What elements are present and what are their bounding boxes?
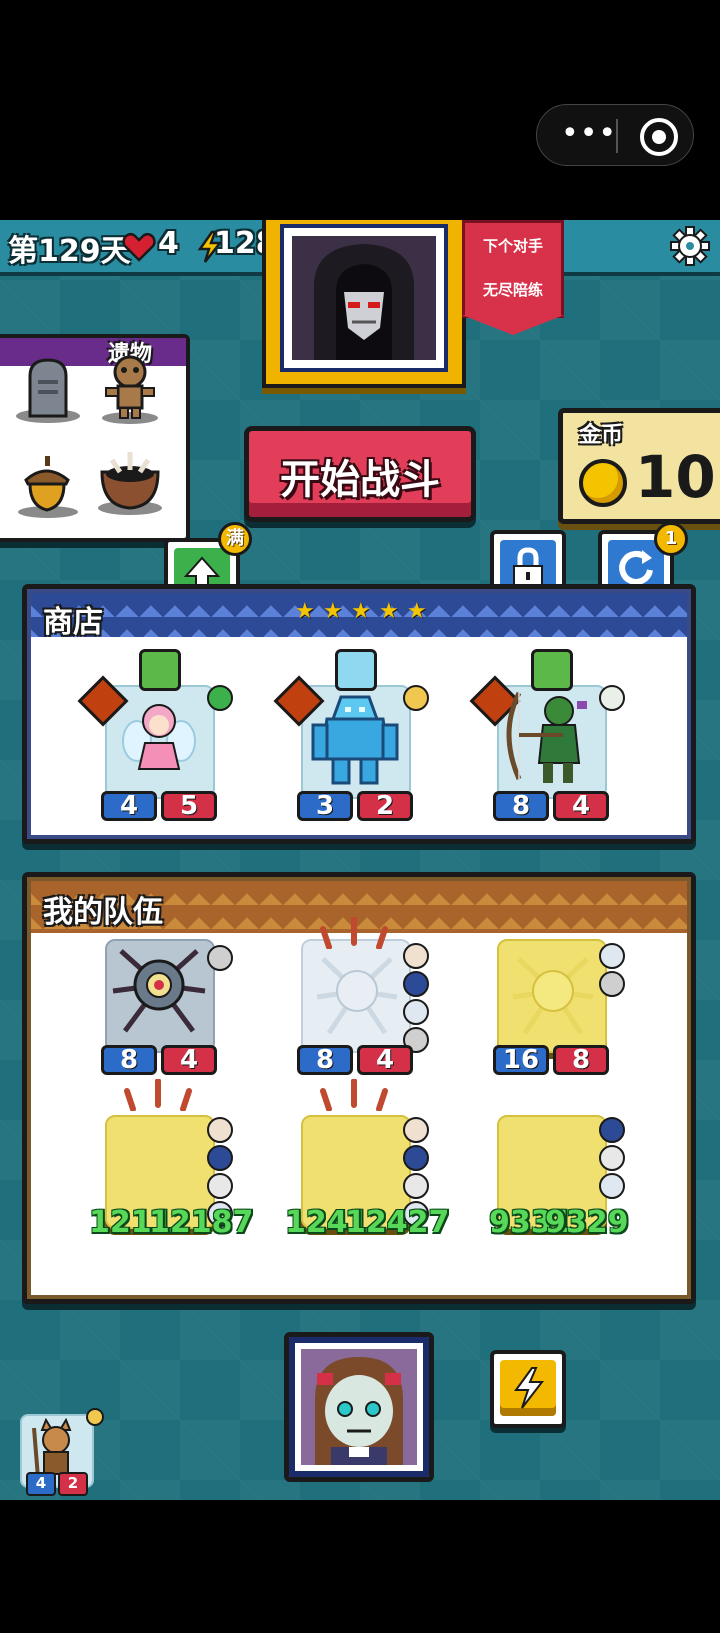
shop-unit-elf-archer[interactable]: 8 4 xyxy=(469,649,625,823)
health-stat-green: 9329 xyxy=(545,1205,629,1240)
frost-trait-icon xyxy=(599,943,625,969)
attack-stat: 3 xyxy=(297,791,353,821)
team-unit-6[interactable]: 9331 9329 xyxy=(485,1099,665,1259)
bench-unit-cat[interactable]: 4 2 xyxy=(20,1408,104,1496)
shop-panel: 商店 ★ ★ ★ ★ ★ 4 5 3 2 8 4 xyxy=(22,584,696,844)
health-stat-green: 12427 xyxy=(345,1205,450,1240)
shop-star-4: ★ xyxy=(379,599,399,624)
trait-tag-icon xyxy=(403,685,429,711)
fairy-sprite xyxy=(122,704,196,770)
lives-count: 4 xyxy=(158,226,179,261)
game-area: 第129天 4 1 2 8 下个对手 无尽陪练 遗物 开始战斗 金币 10 满 1 … xyxy=(0,220,720,1500)
health-stat-green: 12187 xyxy=(149,1205,254,1240)
shop-title: 商店 xyxy=(43,605,103,640)
frost-trait-icon xyxy=(599,1173,625,1199)
shop-unit-ice-golem[interactable]: 3 2 xyxy=(273,649,429,823)
next-opponent-banner[interactable]: 下个对手 无尽陪练 xyxy=(462,220,564,318)
cat-warrior-sprite xyxy=(32,1418,72,1479)
skull-trait-icon xyxy=(599,971,625,997)
totem-sticks-icon xyxy=(124,1079,192,1111)
my-team-panel: 我的队伍 8 4 8 4 16 8 1211 12187 1241 12427 … xyxy=(22,872,696,1304)
gold-amount: 10 xyxy=(635,443,716,511)
claw-trait-icon xyxy=(207,1117,233,1143)
shop-unit-fairy[interactable]: 4 5 xyxy=(77,649,233,823)
health-stat: 5 xyxy=(161,791,217,821)
shop-star-3: ★ xyxy=(351,599,371,624)
count-trait-icon xyxy=(403,1173,429,1199)
frost-trait-icon xyxy=(403,999,429,1025)
skill-face xyxy=(500,1360,556,1416)
endless-sparring-label: 无尽陪练 xyxy=(482,281,543,299)
hooded-reaper-avatar xyxy=(292,236,436,360)
eye-spider-sprite xyxy=(112,949,206,1033)
gold-coin-icon xyxy=(579,459,627,507)
start-battle-button[interactable]: 开始战斗 xyxy=(244,426,476,522)
refresh-count-badge: 1 xyxy=(654,522,688,556)
ice-golem-sprite xyxy=(311,695,399,785)
target-circle-icon[interactable] xyxy=(640,118,678,156)
bench-attack-stat: 4 xyxy=(26,1472,56,1496)
miniprogram-capsule: ••• xyxy=(536,104,694,166)
attack-stat: 4 xyxy=(101,791,157,821)
voodoo-doll-icon[interactable] xyxy=(92,350,168,426)
lightning-icon xyxy=(514,1367,545,1409)
elf-archer-sprite xyxy=(506,691,587,783)
shop-star-5: ★ xyxy=(407,599,427,624)
attack-stat: 8 xyxy=(297,1045,353,1075)
day-counter: 第129天 xyxy=(8,234,131,269)
next-opponent-label: 下个对手 xyxy=(482,237,543,255)
banner-tip xyxy=(462,315,564,335)
claw-trait-icon xyxy=(403,1117,429,1143)
start-battle-label: 开始战斗 xyxy=(280,457,440,503)
orb-trait-icon xyxy=(403,1145,429,1171)
skill-lightning-button[interactable] xyxy=(490,1350,566,1428)
acorn-icon[interactable] xyxy=(8,444,84,520)
count-trait-icon xyxy=(599,1145,625,1171)
orb-trait-icon xyxy=(207,1145,233,1171)
heart-icon xyxy=(122,233,156,262)
gold-label: 金币 xyxy=(579,423,624,448)
team-unit-1[interactable]: 8 4 xyxy=(93,917,233,1077)
ghost-spider-sprite xyxy=(316,957,398,1035)
orb-trait-icon xyxy=(403,971,429,997)
health-stat: 4 xyxy=(161,1045,217,1075)
settings-gear-icon[interactable] xyxy=(670,226,710,266)
bench-health-stat: 2 xyxy=(58,1472,88,1496)
gold-panel: 金币 10 xyxy=(558,408,720,524)
attack-stat: 16 xyxy=(493,1045,549,1075)
count-trait-icon xyxy=(207,1173,233,1199)
frost-snowflake-icon xyxy=(335,649,377,691)
upgrade-max-badge: 满 xyxy=(218,522,252,556)
orb-trait-icon xyxy=(599,1117,625,1143)
relics-panel[interactable]: 遗物 xyxy=(0,334,190,542)
team-unit-3[interactable]: 16 8 xyxy=(485,917,625,1077)
golden-spider-sprite xyxy=(512,957,594,1035)
player-portrait[interactable] xyxy=(284,1332,434,1482)
zombie-girl-avatar xyxy=(301,1349,417,1465)
health-stat: 8 xyxy=(553,1045,609,1075)
health-stat: 4 xyxy=(357,1045,413,1075)
more-dots-icon[interactable]: ••• xyxy=(561,119,617,149)
attack-stat: 8 xyxy=(493,791,549,821)
health-stat: 2 xyxy=(357,791,413,821)
shop-star-1: ★ xyxy=(295,599,315,624)
claw-trait-icon xyxy=(403,943,429,969)
opponent-portrait[interactable] xyxy=(262,220,466,388)
team-unit-4[interactable]: 1211 12187 xyxy=(89,1079,273,1259)
shop-star-2: ★ xyxy=(323,599,343,624)
trait-tag-icon xyxy=(207,685,233,711)
opponent-frame xyxy=(280,224,448,372)
bone-cauldron-icon[interactable] xyxy=(92,442,168,518)
capsule-divider xyxy=(616,119,618,153)
health-stat: 4 xyxy=(553,791,609,821)
trait-tag-icon xyxy=(86,1408,104,1426)
attack-stat: 8 xyxy=(101,1045,157,1075)
team-unit-5[interactable]: 1241 12427 xyxy=(285,1079,469,1259)
nature-leaf-icon xyxy=(139,649,181,691)
totem-sticks-icon xyxy=(320,1079,388,1111)
tombstone-icon[interactable] xyxy=(8,350,84,426)
team-unit-2[interactable]: 8 4 xyxy=(289,917,429,1077)
